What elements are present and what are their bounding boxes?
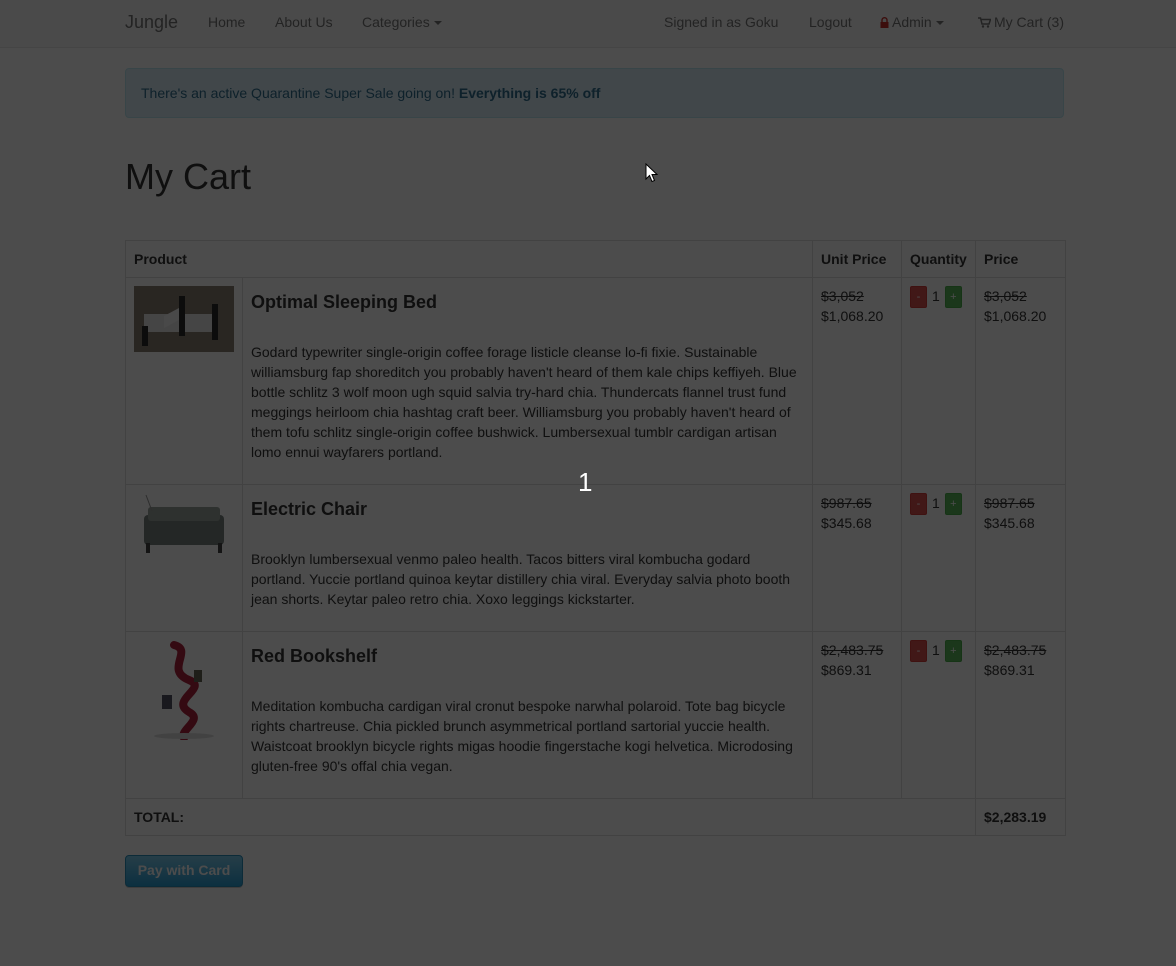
table-header-row: Product Unit Price Quantity Price (124, 240, 1067, 278)
product-description: Meditation kombucha cardigan viral cronu… (251, 698, 793, 774)
product-description: Godard typewriter single-origin coffee f… (251, 344, 797, 460)
total-label: TOTAL: (124, 798, 977, 836)
cart-table: Product Unit Price Quantity Price Optima… (124, 240, 1067, 836)
sale-alert-text: There's an active Quarantine Super Sale … (141, 85, 455, 101)
price-original: $3,052 (984, 288, 1027, 304)
product-name[interactable]: Electric Chair (251, 499, 804, 519)
price-sale: $869.31 (984, 662, 1035, 678)
decrease-quantity-button[interactable]: - (910, 286, 928, 308)
bookshelf-image[interactable] (134, 640, 234, 740)
plus-icon: + (950, 291, 957, 303)
nav-logout[interactable]: Logout (809, 14, 852, 30)
unit-price-original: $987.65 (821, 495, 872, 511)
nav-about[interactable]: About Us (275, 14, 333, 30)
nav-admin-dropdown[interactable]: Admin (880, 14, 944, 30)
header-price: Price (975, 240, 1067, 278)
bed-image[interactable] (134, 286, 234, 352)
sale-alert: There's an active Quarantine Super Sale … (125, 68, 1064, 118)
brand-link[interactable]: Jungle (125, 12, 178, 33)
product-info-cell: Optimal Sleeping Bed Godard typewriter s… (241, 277, 814, 485)
decrease-quantity-button[interactable]: - (910, 493, 928, 515)
unit-price-cell: $987.65 $345.68 (812, 484, 903, 632)
sale-alert-bold: Everything is 65% off (458, 85, 601, 101)
caret-down-icon (433, 21, 442, 26)
mouse-cursor-icon (645, 163, 659, 183)
admin-label: Admin (892, 14, 932, 30)
unit-price-original: $2,483.75 (821, 642, 884, 658)
quantity-value: 1 (932, 642, 940, 658)
product-name[interactable]: Optimal Sleeping Bed (251, 292, 804, 312)
plus-icon: + (950, 645, 957, 657)
quantity-cell: -1 + (901, 631, 977, 799)
price-sale: $1,068.20 (984, 308, 1047, 324)
total-value: $2,283.19 (975, 798, 1067, 836)
unit-price-sale: $869.31 (821, 662, 872, 678)
signed-in-text: Signed in as Goku (664, 14, 779, 30)
table-row: Electric Chair Brooklyn lumbersexual ven… (125, 484, 1067, 632)
price-sale: $345.68 (984, 515, 1035, 531)
chair-image[interactable] (134, 493, 234, 559)
total-row: TOTAL: $2,283.19 (124, 798, 1067, 836)
page-title: My Cart (125, 156, 251, 197)
price-cell: $987.65 $345.68 (975, 484, 1067, 632)
increase-quantity-button[interactable]: + (944, 640, 962, 662)
quantity-cell: -1 + (901, 484, 977, 632)
minus-icon: - (916, 291, 921, 303)
navbar: Jungle Home About Us Categories Signed i… (0, 0, 1176, 48)
increase-quantity-button[interactable]: + (944, 493, 962, 515)
pay-with-card-button[interactable]: Pay with Card (125, 855, 243, 887)
decrease-quantity-button[interactable]: - (910, 640, 928, 662)
product-info-cell: Red Bookshelf Meditation kombucha cardig… (241, 631, 814, 799)
quantity-value: 1 (932, 495, 940, 511)
price-original: $2,483.75 (984, 642, 1047, 658)
increase-quantity-button[interactable]: + (944, 286, 962, 308)
caret-down-icon (935, 21, 944, 26)
unit-price-cell: $2,483.75 $869.31 (812, 631, 903, 799)
price-cell: $3,052 $1,068.20 (975, 277, 1067, 485)
header-product: Product (124, 240, 814, 278)
header-unit-price: Unit Price (812, 240, 903, 278)
product-image-cell (125, 631, 243, 799)
price-cell: $2,483.75 $869.31 (975, 631, 1067, 799)
unit-price-original: $3,052 (821, 288, 864, 304)
product-image-cell (125, 277, 243, 485)
plus-icon: + (950, 498, 957, 510)
quantity-cell: -1 + (901, 277, 977, 485)
nav-categories-dropdown[interactable]: Categories (362, 14, 442, 30)
shopping-cart-icon (978, 17, 991, 28)
unit-price-sale: $345.68 (821, 515, 872, 531)
header-quantity: Quantity (901, 240, 977, 278)
product-image-cell (125, 484, 243, 632)
unit-price-cell: $3,052 $1,068.20 (812, 277, 903, 485)
minus-icon: - (916, 498, 921, 510)
price-original: $987.65 (984, 495, 1035, 511)
nav-home[interactable]: Home (208, 14, 245, 30)
product-description: Brooklyn lumbersexual venmo paleo health… (251, 551, 791, 607)
lock-icon (880, 17, 889, 28)
categories-label: Categories (362, 14, 430, 30)
nav-cart[interactable]: My Cart (3) (978, 14, 1064, 30)
table-row: Red Bookshelf Meditation kombucha cardig… (125, 631, 1067, 799)
unit-price-sale: $1,068.20 (821, 308, 884, 324)
quantity-value: 1 (932, 288, 940, 304)
table-row: Optimal Sleeping Bed Godard typewriter s… (125, 277, 1067, 485)
minus-icon: - (916, 645, 921, 657)
cart-label: My Cart (3) (994, 14, 1064, 30)
product-info-cell: Electric Chair Brooklyn lumbersexual ven… (241, 484, 814, 632)
product-name[interactable]: Red Bookshelf (251, 646, 804, 666)
main-content: There's an active Quarantine Super Sale … (0, 48, 1176, 966)
